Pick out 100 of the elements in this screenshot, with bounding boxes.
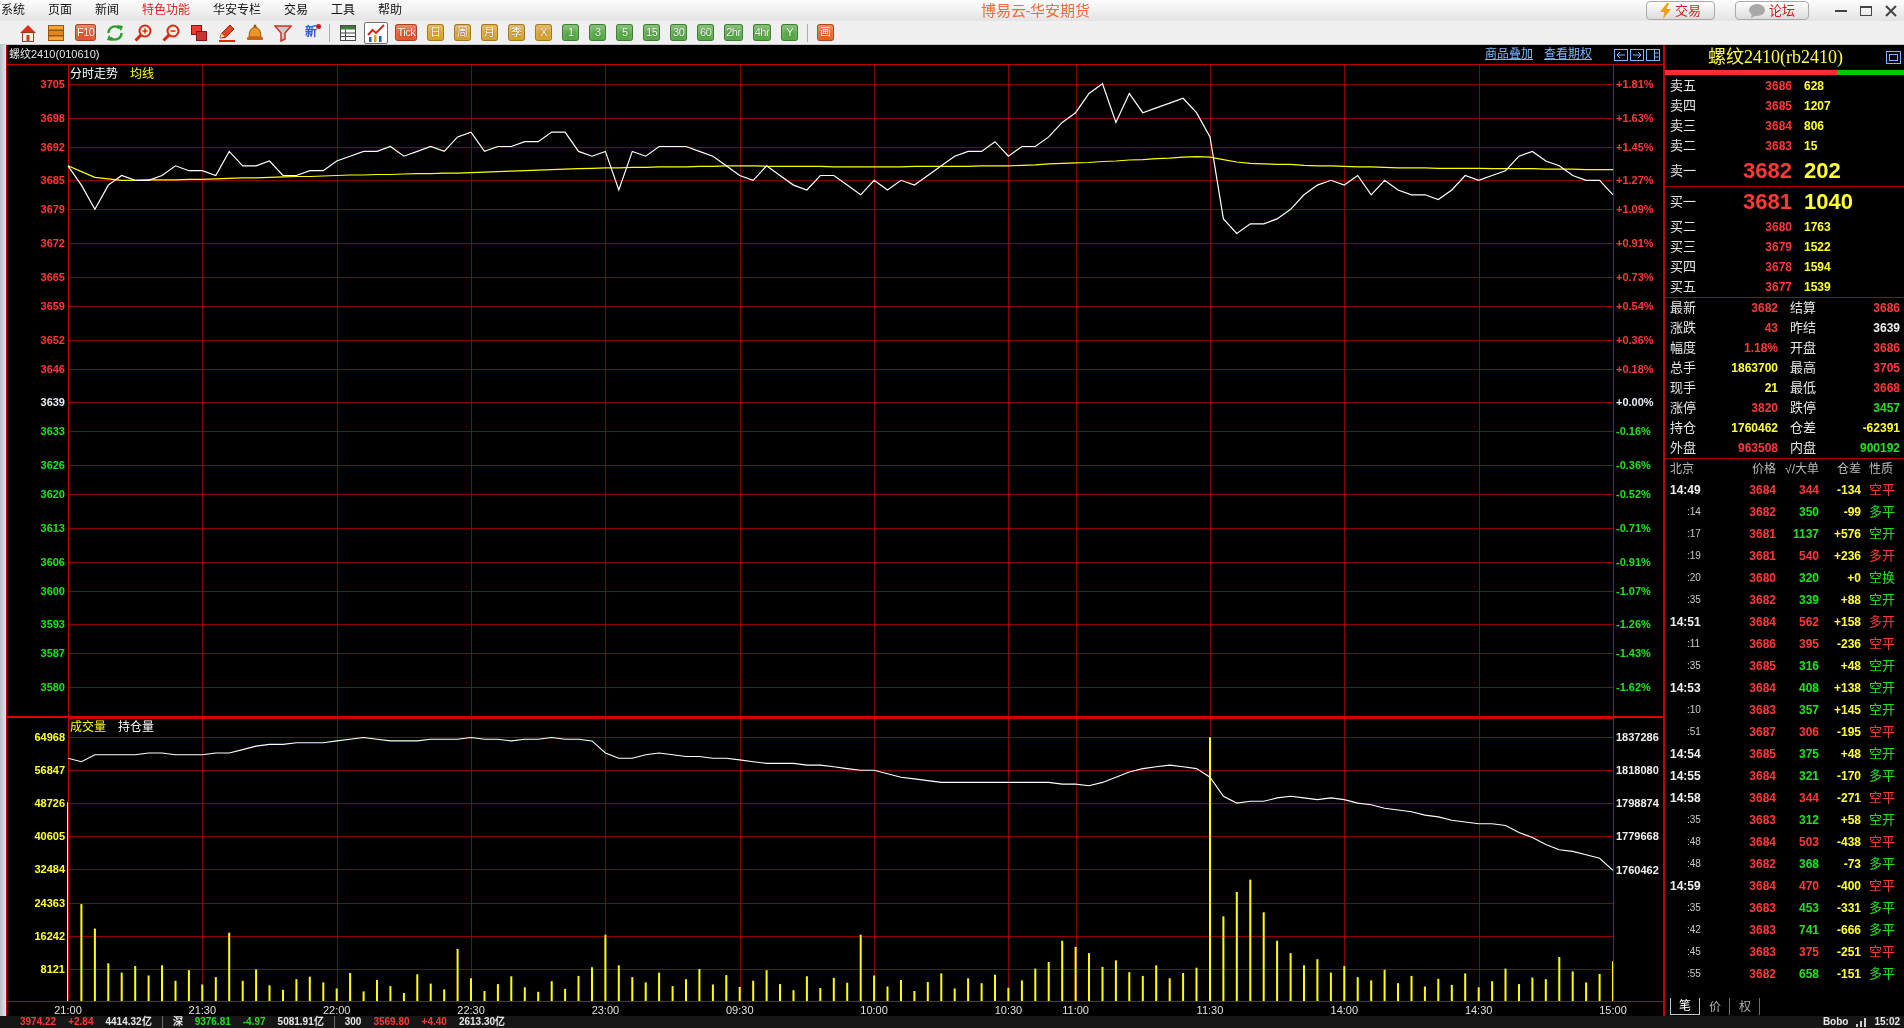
quote-label: 持仓 bbox=[1670, 420, 1697, 436]
tick-volume: 1137 bbox=[1791, 526, 1819, 542]
tick-volume: 453 bbox=[1797, 900, 1819, 916]
quote-label: 涨停 bbox=[1670, 400, 1697, 416]
time-axis-label: 11:30 bbox=[1196, 1004, 1224, 1016]
tick-time: 14:53 bbox=[1670, 680, 1702, 696]
status-value: -4.97 bbox=[242, 1016, 266, 1028]
quote-value: 3457 bbox=[1872, 400, 1900, 416]
column-header: 仓差 bbox=[1836, 461, 1861, 477]
tick-price: 3682 bbox=[1748, 592, 1776, 608]
time-axis-label: 21:00 bbox=[54, 1004, 82, 1016]
tick-type: 空开 bbox=[1868, 526, 1896, 542]
quote-label: 最高 bbox=[1789, 360, 1817, 376]
tick-oi-change: -151 bbox=[1835, 966, 1861, 982]
tick-volume: 375 bbox=[1797, 746, 1819, 762]
tick-price: 3682 bbox=[1748, 856, 1776, 872]
quote-value: 21 bbox=[1763, 380, 1778, 396]
status-value: 2613.30亿 bbox=[458, 1016, 506, 1028]
time-axis-label: 10:00 bbox=[860, 1004, 888, 1016]
quote-label: 幅度 bbox=[1670, 340, 1697, 356]
tick-volume: 368 bbox=[1797, 856, 1819, 872]
tick-price: 3684 bbox=[1748, 834, 1776, 850]
window-title: 博易云-华安期货 bbox=[980, 1, 1091, 21]
tick-time: :35 bbox=[1686, 660, 1702, 672]
chart-title: 螺纹2410(010610) bbox=[9, 47, 100, 62]
tick-volume: 375 bbox=[1797, 944, 1819, 960]
volume-axis-label: 8121 bbox=[40, 962, 65, 975]
column-header: 价格 bbox=[1751, 461, 1776, 477]
tick-price: 3684 bbox=[1748, 614, 1776, 630]
open-interest-axis-label: 1760462 bbox=[1616, 863, 1659, 876]
tick-price: 3681 bbox=[1748, 526, 1776, 542]
tick-time: :42 bbox=[1686, 924, 1702, 936]
tick-time: 14:51 bbox=[1670, 614, 1702, 630]
tick-price: 3684 bbox=[1748, 790, 1776, 806]
price-axis-label: 3652 bbox=[40, 333, 65, 346]
time-axis-label: 11:00 bbox=[1062, 1004, 1089, 1016]
quote-value: 3686 bbox=[1872, 300, 1900, 316]
percent-axis-label: -0.71% bbox=[1616, 521, 1651, 534]
order-label: 卖五 bbox=[1670, 78, 1697, 94]
tick-time: :35 bbox=[1686, 814, 1702, 826]
price-axis-label: 3665 bbox=[40, 270, 65, 283]
quote-label: 昨结 bbox=[1789, 320, 1817, 336]
tick-oi-change: -251 bbox=[1835, 944, 1861, 960]
tick-price: 3683 bbox=[1748, 702, 1776, 718]
tick-price: 3687 bbox=[1748, 724, 1776, 740]
tick-oi-change: +145 bbox=[1832, 702, 1861, 718]
tick-price: 3683 bbox=[1748, 922, 1776, 938]
tick-volume: 408 bbox=[1797, 680, 1819, 696]
tick-time: 14:58 bbox=[1670, 790, 1702, 806]
order-price: 3680 bbox=[1764, 219, 1792, 235]
tick-volume: 316 bbox=[1797, 658, 1819, 674]
order-label: 买一 bbox=[1670, 194, 1697, 210]
legend-label: 成交量 bbox=[70, 720, 106, 734]
volume-axis-label: 48726 bbox=[34, 797, 65, 810]
percent-axis-label: -0.91% bbox=[1616, 555, 1651, 568]
tick-oi-change: -134 bbox=[1835, 482, 1861, 498]
order-volume: 628 bbox=[1804, 78, 1826, 94]
percent-axis-label: +0.00% bbox=[1616, 396, 1654, 409]
price-axis-label: 3626 bbox=[40, 459, 65, 472]
quote-value: 3686 bbox=[1872, 340, 1900, 356]
percent-axis-label: +0.36% bbox=[1616, 333, 1654, 346]
quote-label: 最低 bbox=[1789, 380, 1817, 396]
order-volume: 1594 bbox=[1804, 259, 1832, 275]
time-axis-label: 09:30 bbox=[725, 1004, 754, 1016]
quote-value: 1760462 bbox=[1730, 420, 1778, 436]
order-price: 3686 bbox=[1764, 78, 1792, 94]
tick-oi-change: +158 bbox=[1832, 614, 1861, 630]
time-axis-label: 15:00 bbox=[1599, 1004, 1627, 1016]
tick-oi-change: +88 bbox=[1839, 592, 1861, 608]
price-axis-label: 3646 bbox=[40, 362, 65, 375]
status-value: 15:02 bbox=[1874, 1016, 1900, 1028]
price-axis-label: 3672 bbox=[40, 237, 65, 250]
order-price: 3683 bbox=[1764, 138, 1792, 154]
quote-label: 开盘 bbox=[1789, 340, 1817, 356]
tick-time: :11 bbox=[1686, 638, 1702, 650]
price-axis-label: 3679 bbox=[40, 203, 65, 216]
column-header: 北京 bbox=[1670, 461, 1695, 477]
open-interest-axis-label: 1818080 bbox=[1616, 764, 1659, 777]
tick-price: 3683 bbox=[1748, 812, 1776, 828]
tick-price: 3684 bbox=[1748, 768, 1776, 784]
tick-volume: 339 bbox=[1797, 592, 1819, 608]
order-label: 买三 bbox=[1670, 239, 1697, 255]
tick-type: 空开 bbox=[1868, 680, 1896, 696]
quote-value: 3682 bbox=[1750, 300, 1778, 316]
percent-axis-label: +1.81% bbox=[1616, 77, 1654, 90]
tick-volume: 741 bbox=[1797, 922, 1819, 938]
quote-value: 43 bbox=[1763, 320, 1778, 336]
volume-axis-label: 24363 bbox=[34, 896, 65, 909]
order-price: 3681 bbox=[1742, 191, 1792, 213]
percent-axis-label: -1.43% bbox=[1616, 647, 1651, 660]
order-volume: 1763 bbox=[1804, 219, 1832, 235]
status-value: Bobo bbox=[1822, 1016, 1849, 1028]
tick-type: 多平 bbox=[1868, 768, 1896, 784]
time-axis-label: 22:00 bbox=[322, 1004, 351, 1016]
tick-type: 多平 bbox=[1868, 856, 1896, 872]
tick-time: :55 bbox=[1686, 968, 1702, 980]
tick-price: 3682 bbox=[1748, 504, 1776, 520]
percent-axis-label: +0.91% bbox=[1616, 237, 1654, 250]
percent-axis-label: -0.36% bbox=[1616, 459, 1651, 472]
tick-time: :48 bbox=[1686, 836, 1702, 848]
